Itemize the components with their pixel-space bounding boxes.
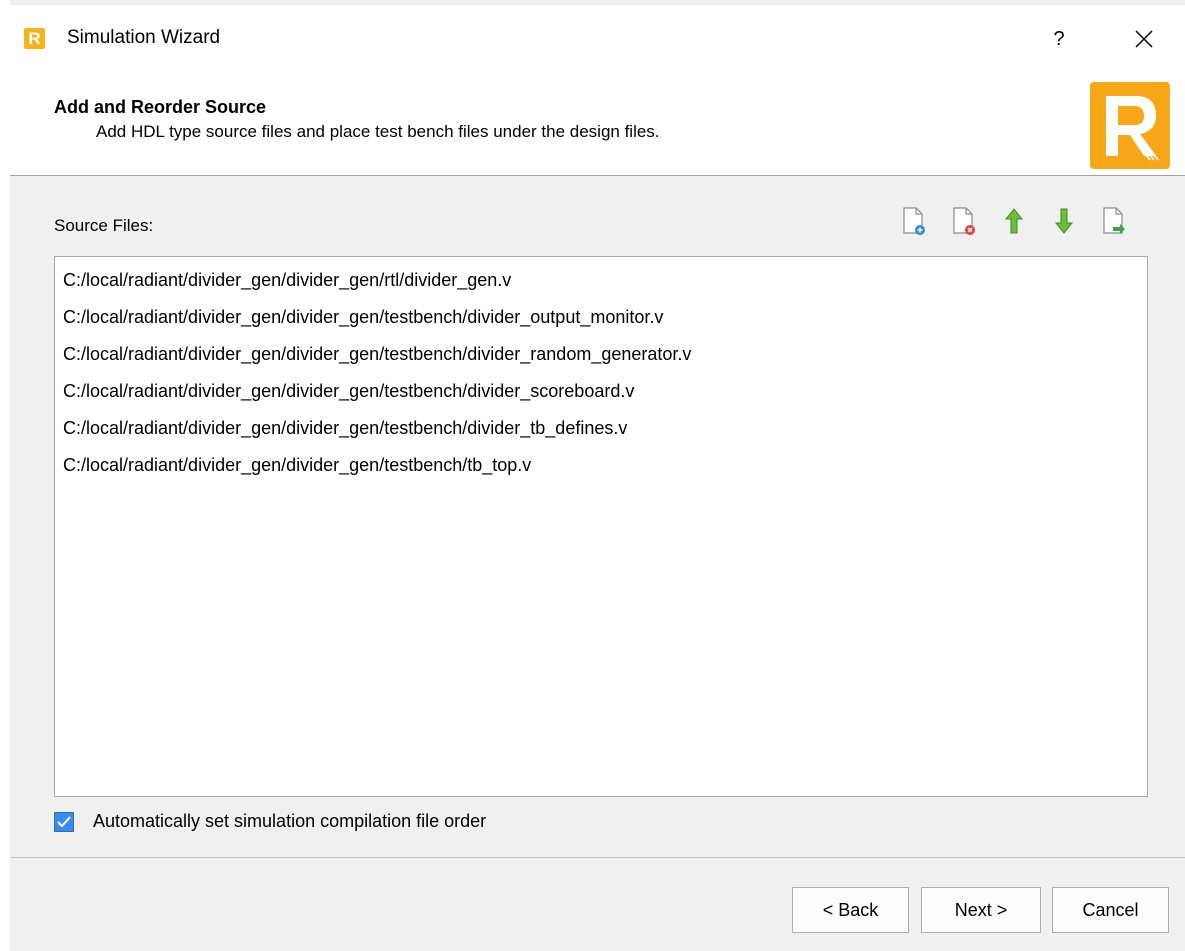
move-down-button[interactable] [1048,203,1080,239]
app-logo-icon: R [24,28,45,49]
source-toolbar [898,203,1130,239]
page-subtitle: Add HDL type source files and place test… [96,122,660,141]
file-list-item[interactable]: C:/local/radiant/divider_gen/divider_gen… [55,341,1147,378]
auto-order-label[interactable]: Automatically set simulation compilation… [93,811,486,832]
close-button[interactable] [1126,23,1162,55]
import-file-button[interactable] [1098,203,1130,239]
footer-divider [10,857,1185,858]
file-list-item[interactable]: C:/local/radiant/divider_gen/divider_gen… [55,267,1147,304]
file-list-item[interactable]: C:/local/radiant/divider_gen/divider_gen… [55,304,1147,341]
file-list-item[interactable]: C:/local/radiant/divider_gen/divider_gen… [55,452,1147,489]
simulation-wizard-dialog: R Simulation Wizard ? Add and Reorder So… [10,5,1185,951]
close-icon [1135,30,1153,48]
import-file-icon [1103,207,1125,234]
remove-file-button[interactable] [948,203,980,239]
wizard-header: Add and Reorder Source Add HDL type sour… [10,73,1185,176]
title-bar: R Simulation Wizard ? [10,5,1185,73]
move-up-button[interactable] [998,203,1030,239]
next-button[interactable]: Next > [921,887,1041,933]
window-title: Simulation Wizard [67,27,221,48]
radiant-logo [1090,82,1170,169]
page-title: Add and Reorder Source [54,97,267,117]
source-file-list[interactable]: C:/local/radiant/divider_gen/divider_gen… [54,256,1148,797]
file-list-item[interactable]: C:/local/radiant/divider_gen/divider_gen… [55,378,1147,415]
auto-order-checkbox[interactable] [54,811,74,832]
back-button[interactable]: < Back [792,887,909,933]
help-button[interactable]: ? [1044,23,1074,55]
add-file-icon [903,207,925,235]
remove-file-icon [953,207,975,235]
arrow-down-icon [1054,208,1074,234]
file-list-item[interactable]: C:/local/radiant/divider_gen/divider_gen… [55,415,1147,452]
add-file-button[interactable] [898,203,930,239]
arrow-up-icon [1004,208,1024,234]
background-strip [0,0,10,951]
source-files-label: Source Files: [54,216,154,235]
cancel-button[interactable]: Cancel [1052,887,1169,933]
auto-order-option: Automatically set simulation compilation… [54,811,486,832]
checkmark-icon [57,815,71,827]
